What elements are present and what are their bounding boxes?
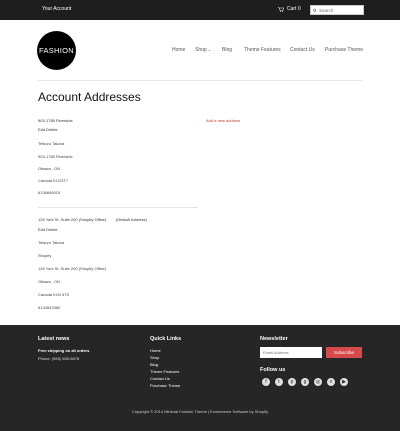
nav-shop[interactable]: Shop⌄ xyxy=(195,47,211,53)
footer-link-theme-features[interactable]: Theme Features xyxy=(150,369,179,374)
address-2-line: 6134543380 xyxy=(38,305,61,310)
address-2-heading: 126 York St, Suite 200 (Shopify Office) xyxy=(38,217,107,222)
footer-link-home[interactable]: Home xyxy=(150,348,161,353)
youtube-icon[interactable]: ▶ xyxy=(340,378,348,386)
address-1-line: 6136846015 xyxy=(38,190,61,195)
address-2-edit-delete[interactable]: Edit Delete xyxy=(38,227,58,232)
cart-icon xyxy=(278,6,284,12)
address-2-line: Shopify xyxy=(38,253,52,258)
vimeo-icon[interactable]: v xyxy=(327,378,335,386)
address-1-line: Ottawa , ON xyxy=(38,166,61,171)
copyright-text: Copyright © 2014 Minimal Fashion Theme |… xyxy=(131,409,269,414)
instagram-icon[interactable]: ◎ xyxy=(314,378,322,386)
follow-us-title: Follow us xyxy=(260,367,286,373)
your-account-link[interactable]: Your Account xyxy=(42,6,71,12)
footer-phone: Phone: (555) 555-5678 xyxy=(38,356,80,361)
address-1-line: Canada K1G3T7 xyxy=(38,178,69,183)
address-2-line: Canada K1N 5T5 xyxy=(38,292,69,297)
page-title: Account Addresses xyxy=(38,90,141,104)
chevron-down-icon: ⌄ xyxy=(207,47,212,52)
add-new-address-link[interactable]: Add a new address xyxy=(206,118,240,123)
google-plus-icon[interactable]: g xyxy=(301,378,309,386)
default-address-label: (Default Address) xyxy=(116,217,147,222)
nav-blog[interactable]: Blog xyxy=(222,47,232,53)
nav-shop-label: Shop xyxy=(195,47,207,53)
latest-news-title: Latest news xyxy=(38,336,70,342)
nav-home[interactable]: Home xyxy=(172,47,185,53)
address-2-line: 126 York St, Suite 200 (Shopify Office) xyxy=(38,266,107,271)
address-1-edit-delete[interactable]: Edit Delete xyxy=(38,127,58,132)
address-2-line: Ottawa , ON xyxy=(38,279,61,284)
newsletter-title: Newsletter xyxy=(260,336,288,342)
address-1-line: 903-1785 Riverside xyxy=(38,154,73,159)
facebook-icon[interactable]: f xyxy=(262,378,270,386)
twitter-icon[interactable]: t xyxy=(275,378,283,386)
header-divider xyxy=(37,80,363,81)
footer-link-purchase-theme[interactable]: Purchase Theme xyxy=(150,383,180,388)
nav-contact-us[interactable]: Contact Us xyxy=(290,47,315,53)
search-input[interactable] xyxy=(319,7,363,13)
footer-link-shop[interactable]: Shop xyxy=(150,355,159,360)
fashion-logo[interactable]: FASHION xyxy=(37,31,76,70)
footer-link-contact-us[interactable]: Contact Us xyxy=(150,376,170,381)
search-box xyxy=(310,5,364,15)
address-2-line: Tetsuro Takara xyxy=(38,240,65,245)
footer-link-blog[interactable]: Blog xyxy=(150,362,158,367)
subscribe-button[interactable]: Subscribe xyxy=(326,347,362,358)
latest-news-headline: Free shipping on all orders xyxy=(38,348,90,353)
nav-purchase-theme[interactable]: Purchase Theme xyxy=(325,47,363,53)
search-icon xyxy=(313,8,317,12)
address-1-line: Tetsuro Takara xyxy=(38,141,65,146)
pinterest-icon[interactable]: p xyxy=(288,378,296,386)
nav-theme-features[interactable]: Theme Features xyxy=(244,47,281,53)
cart-label: Cart 0 xyxy=(287,6,301,12)
top-bar: Your Account Cart 0 xyxy=(0,0,400,20)
newsletter-email-input[interactable] xyxy=(260,347,322,358)
cart-link[interactable]: Cart 0 xyxy=(278,6,301,12)
address-divider xyxy=(38,207,198,208)
address-1-heading: 903-1785 Riverside xyxy=(38,118,73,123)
quick-links-title: Quick Links xyxy=(150,336,182,342)
